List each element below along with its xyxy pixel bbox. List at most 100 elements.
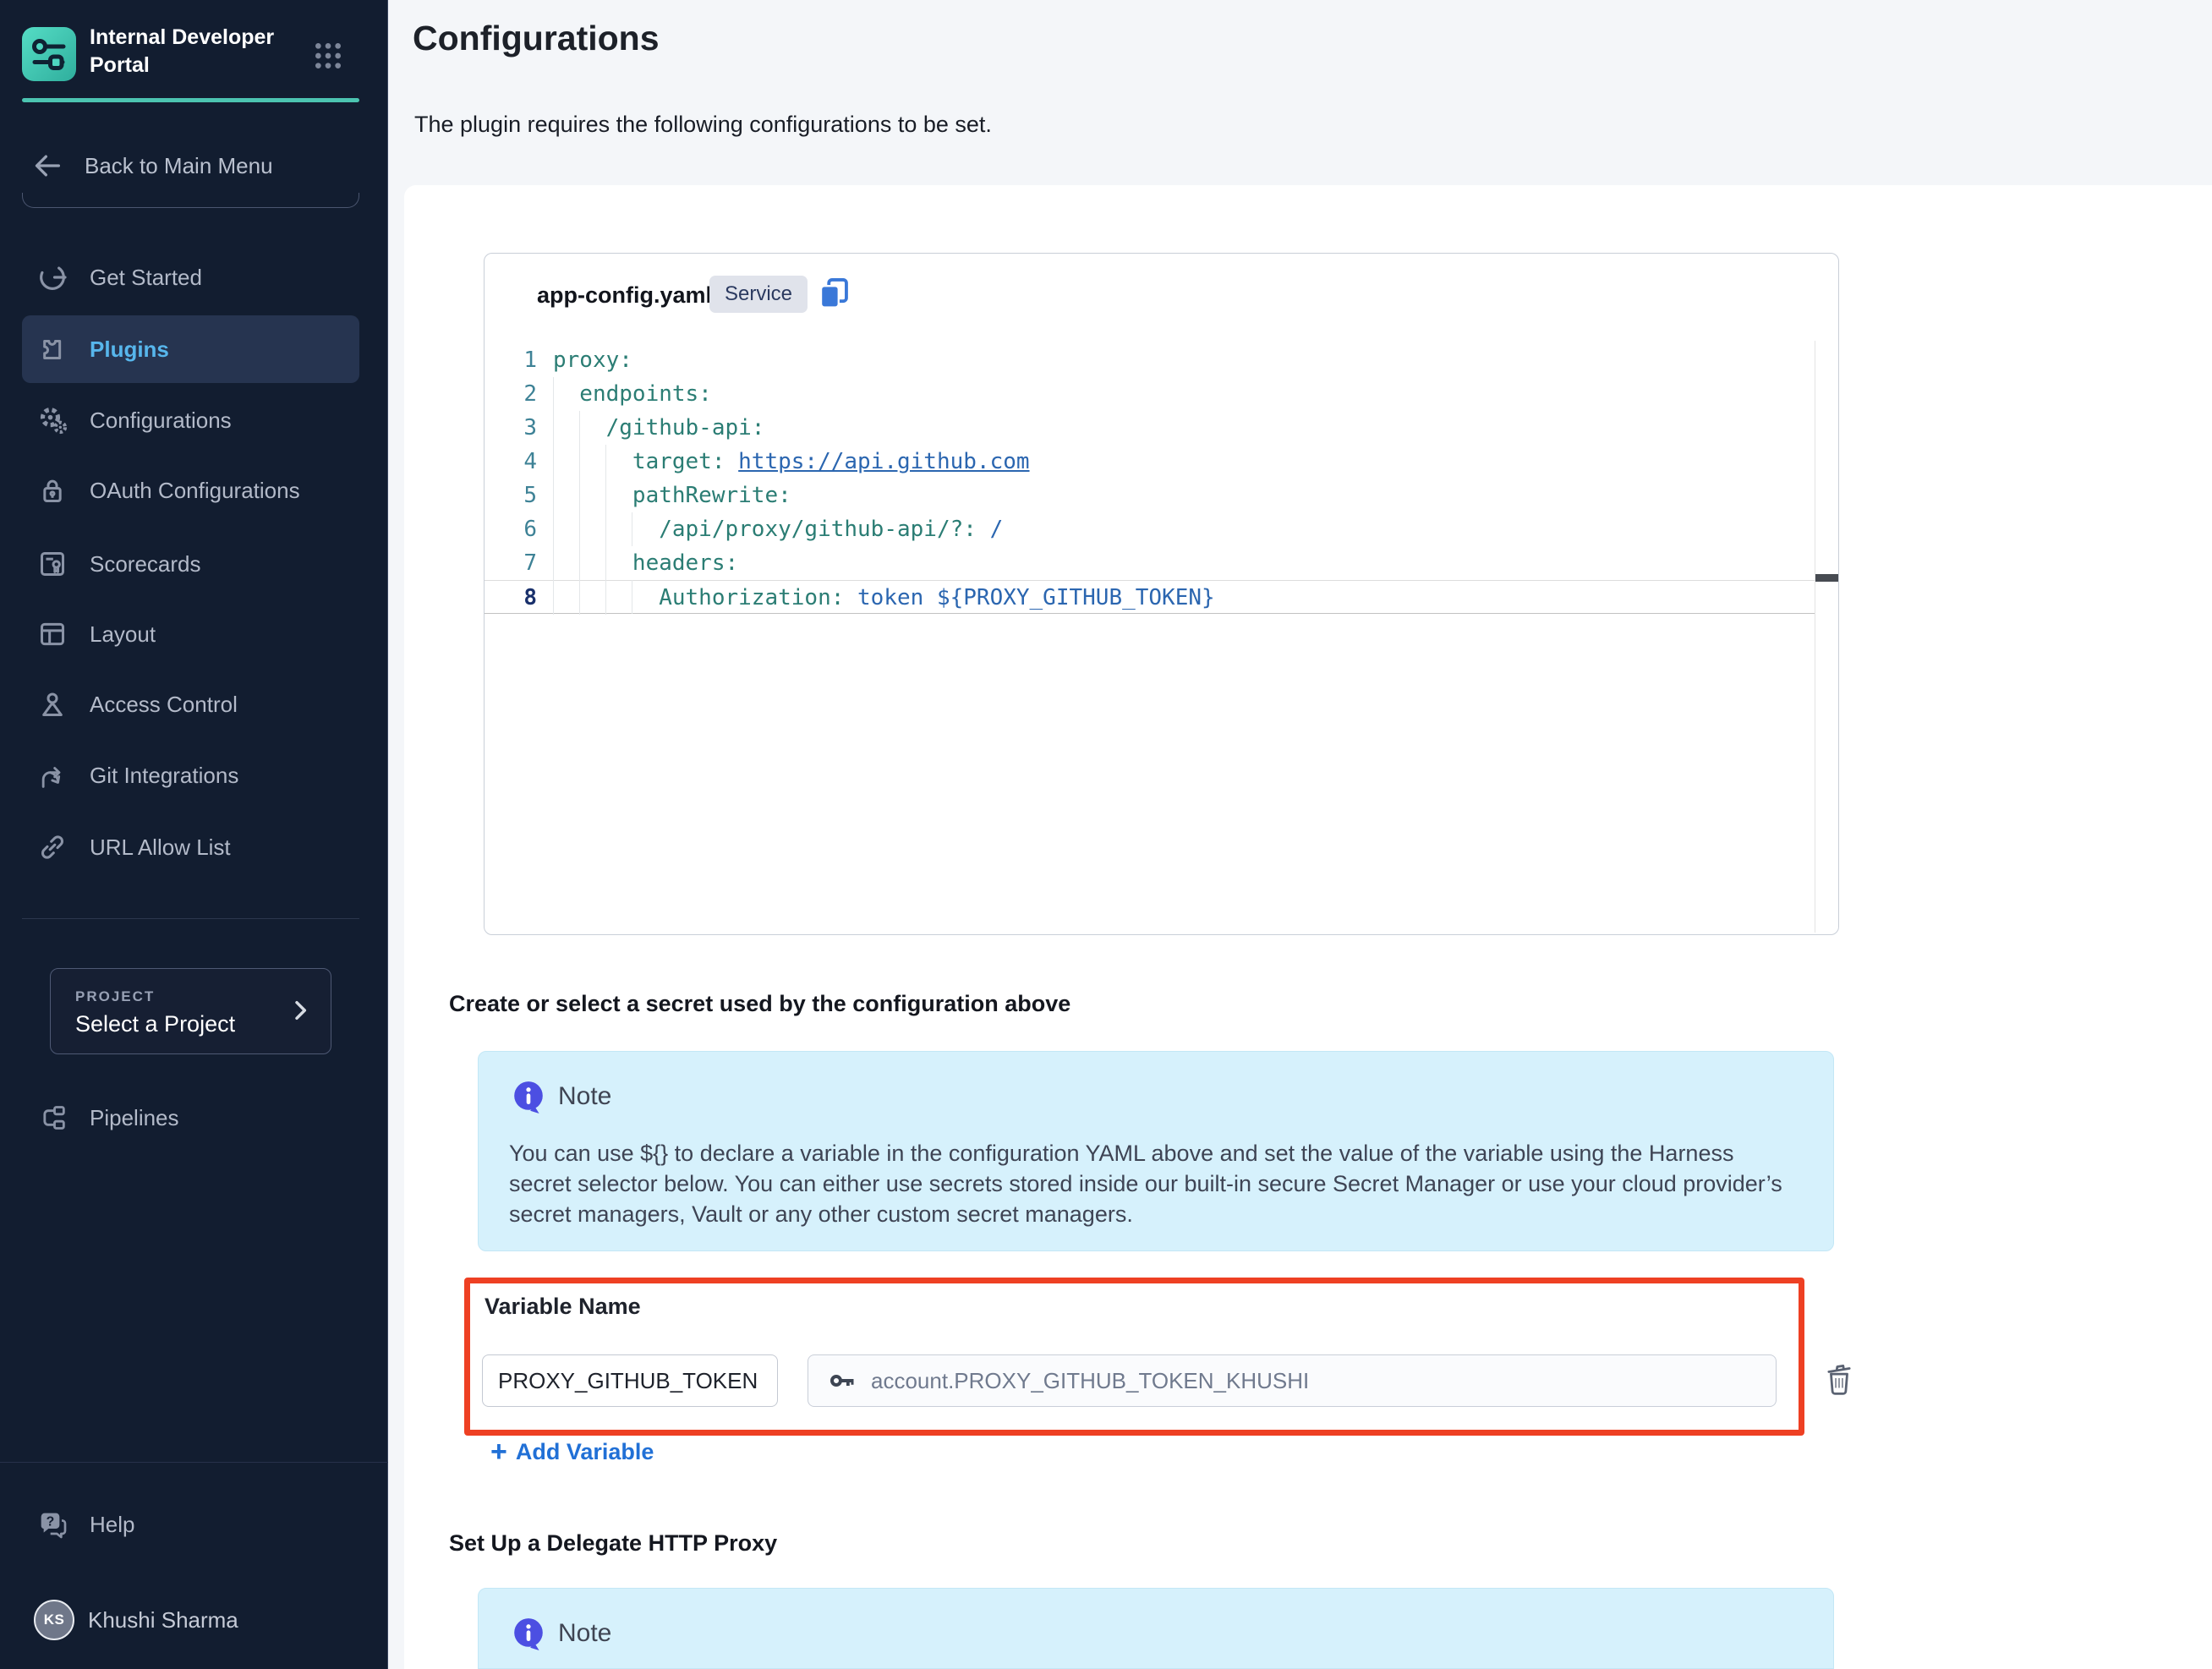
note-header: Note: [511, 1079, 611, 1114]
sidebar-item-get-started[interactable]: Get Started: [22, 254, 359, 301]
sidebar-item-label: OAuth Configurations: [90, 478, 300, 504]
github-api-link[interactable]: https://api.github.com: [738, 449, 1029, 474]
sidebar-bottom-divider: [0, 1462, 388, 1463]
variable-name-label: Variable Name: [485, 1294, 641, 1320]
arrow-left-icon: [30, 149, 64, 183]
project-value: Select a Project: [75, 1011, 235, 1037]
sidebar-item-access-control[interactable]: Access Control: [22, 681, 359, 728]
apps-grid-icon[interactable]: [311, 39, 345, 73]
sidebar-item-git-integrations[interactable]: Git Integrations: [22, 752, 359, 799]
note-body: You can use ${} to declare a variable in…: [509, 1138, 1786, 1229]
line-number: 4: [485, 445, 553, 479]
yaml-key: proxy:: [553, 347, 632, 373]
yaml-value: token ${PROXY_GITHUB_TOKEN}: [857, 585, 1215, 610]
yaml-key: headers:: [553, 550, 752, 576]
sidebar-item-url-allow-list[interactable]: URL Allow List: [22, 824, 359, 871]
sidebar-item-label: Help: [90, 1512, 134, 1538]
sidebar-item-label: Access Control: [90, 692, 238, 718]
add-variable-button[interactable]: + Add Variable: [490, 1437, 654, 1466]
help-chat-icon: ?: [36, 1508, 69, 1541]
sidebar-item-label: Configurations: [90, 408, 232, 434]
svg-text:?: ?: [47, 1515, 55, 1529]
plus-icon: +: [490, 1437, 507, 1466]
user-profile[interactable]: KS Khushi Sharma: [0, 1593, 388, 1647]
layout-icon: [36, 617, 69, 651]
code-editor[interactable]: 1 proxy: 2 endpoints: 3 /github-api: 4 t…: [485, 343, 1815, 934]
yaml-key: /api/proxy/github-api/?:: [553, 517, 990, 542]
user-name: Khushi Sharma: [88, 1607, 238, 1633]
code-line: 4 target: https://api.github.com: [485, 445, 1815, 479]
config-filename: app-config.yaml: [537, 282, 712, 309]
sidebar-item-layout[interactable]: Layout: [22, 610, 359, 658]
yaml-editor-panel: app-config.yaml Service 1 proxy: 2 endpo…: [484, 253, 1839, 935]
avatar: KS: [34, 1600, 74, 1640]
sidebar-item-scorecards[interactable]: Scorecards: [22, 540, 359, 588]
sidebar-item-oauth-configurations[interactable]: OAuth Configurations: [22, 467, 359, 514]
sidebar-item-configurations[interactable]: Configurations: [22, 397, 359, 444]
page-title: Configurations: [413, 19, 660, 58]
indent-guide: [553, 377, 554, 615]
code-line: 7 headers:: [485, 546, 1815, 580]
sidebar-item-label: Plugins: [90, 337, 169, 363]
harness-idp-logo: [22, 27, 76, 81]
key-icon: [827, 1368, 859, 1393]
gears-icon: [36, 403, 69, 437]
yaml-key: pathRewrite:: [553, 483, 804, 508]
code-line-active: 8 Authorization: token ${PROXY_GITHUB_TO…: [485, 580, 1815, 614]
yaml-key: endpoints:: [553, 381, 712, 407]
code-line: 6 /api/proxy/github-api/?: /: [485, 512, 1815, 546]
app-title: Internal Developer Portal: [90, 24, 293, 79]
delegate-section-heading: Set Up a Delegate HTTP Proxy: [449, 1530, 777, 1557]
person-icon: [36, 687, 69, 721]
sidebar-item-label: Layout: [90, 621, 156, 648]
sidebar-divider: [22, 918, 359, 919]
back-to-main-menu-button[interactable]: Back to Main Menu: [22, 142, 359, 189]
line-number: 7: [485, 546, 553, 580]
note-callout-bottom: Note: [478, 1588, 1834, 1669]
line-number: 5: [485, 479, 553, 512]
info-bubble-icon: [511, 1079, 546, 1114]
secret-reference-value: account.PROXY_GITHUB_TOKEN_KHUSHI: [871, 1368, 1309, 1394]
puzzle-icon: [36, 332, 69, 366]
note-title: Note: [558, 1619, 611, 1648]
line-number: 8: [485, 581, 553, 613]
sidebar-item-label: Pipelines: [90, 1105, 179, 1131]
add-variable-label: Add Variable: [516, 1439, 654, 1465]
note-header: Note: [511, 1616, 611, 1651]
sidebar-item-label: URL Allow List: [90, 834, 231, 861]
pipelines-icon: [36, 1101, 69, 1135]
note-callout: Note You can use ${} to declare a variab…: [478, 1051, 1834, 1251]
sidebar-item-pipelines[interactable]: Pipelines: [22, 1094, 359, 1141]
project-label: PROJECT: [75, 988, 155, 1005]
page-subtitle: The plugin requires the following config…: [414, 112, 992, 138]
secret-selector-field[interactable]: account.PROXY_GITHUB_TOKEN_KHUSHI: [808, 1354, 1777, 1407]
service-badge: Service: [709, 276, 808, 313]
delete-variable-button[interactable]: [1820, 1360, 1859, 1398]
project-selector[interactable]: PROJECT Select a Project: [50, 968, 331, 1054]
variable-name-input[interactable]: [482, 1354, 778, 1407]
copy-icon[interactable]: [814, 274, 853, 313]
sidebar-item-plugins[interactable]: Plugins: [22, 315, 359, 383]
scrollbar-cursor-mark: [1815, 574, 1838, 582]
sidebar-item-label: Git Integrations: [90, 763, 238, 789]
editor-scrollbar[interactable]: [1815, 341, 1838, 933]
line-number: 3: [485, 411, 553, 445]
code-line: 1 proxy:: [485, 343, 1815, 377]
sidebar: Internal Developer Portal Back to Main M…: [0, 0, 388, 1669]
indent-guide: [605, 445, 606, 615]
code-line: 3 /github-api:: [485, 411, 1815, 445]
teal-accent-rule: [22, 98, 359, 102]
note-title: Note: [558, 1082, 611, 1111]
sidebar-item-help[interactable]: ? Help: [22, 1501, 359, 1548]
lock-icon: [36, 473, 69, 507]
variable-highlight-box: Variable Name account.PROXY_GITHUB_TOKEN…: [464, 1278, 1804, 1436]
back-to-main-menu-label: Back to Main Menu: [85, 153, 273, 179]
sidebar-item-label: Get Started: [90, 265, 202, 291]
yaml-key: target:: [553, 449, 738, 474]
yaml-key: Authorization:: [553, 585, 857, 610]
link-icon: [36, 830, 69, 864]
code-line: 2 endpoints:: [485, 377, 1815, 411]
sidebar-item-label: Scorecards: [90, 551, 201, 577]
info-bubble-icon: [511, 1616, 546, 1651]
line-number: 1: [485, 343, 553, 377]
